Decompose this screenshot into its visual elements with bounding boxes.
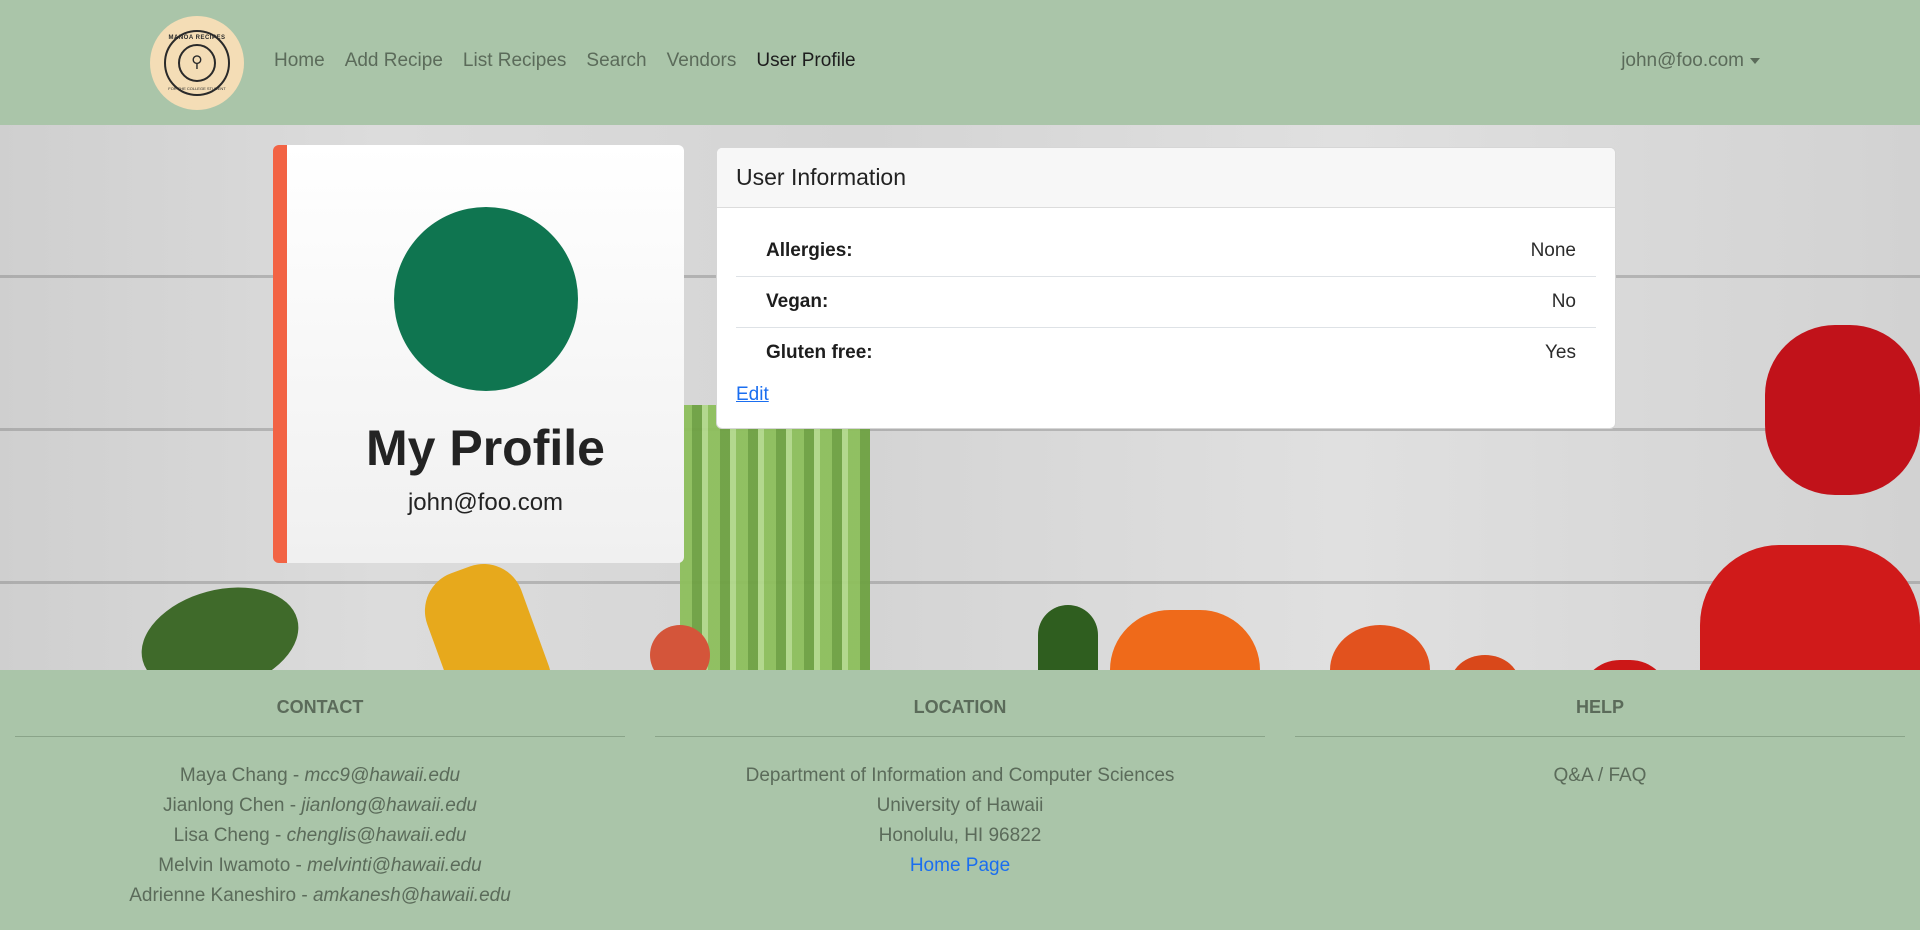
- footer-contact: CONTACT Maya Chang - mcc9@hawaii.edu Jia…: [15, 670, 625, 911]
- contact-line: Melvin Iwamoto - melvinti@hawaii.edu: [15, 851, 625, 881]
- divider: [655, 736, 1265, 737]
- tomato-small-image: [1450, 655, 1520, 670]
- allergies-label: Allergies:: [766, 240, 853, 261]
- cucumber-image: [129, 570, 311, 670]
- nav-home[interactable]: Home: [274, 50, 335, 72]
- user-information-table: Allergies: None Vegan: No Gluten free: Y…: [736, 226, 1596, 378]
- top-navbar: MANOA RECIPES ⚲ FOR THE COLLEGE STUDENT …: [0, 0, 1920, 125]
- footer: CONTACT Maya Chang - mcc9@hawaii.edu Jia…: [0, 670, 1920, 930]
- caret-down-icon: [1750, 58, 1760, 64]
- tomato-image: [1330, 625, 1430, 670]
- contact-name: Adrienne Kaneshiro -: [129, 885, 313, 906]
- info-row-allergies: Allergies: None: [736, 226, 1596, 277]
- user-information-header: User Information: [717, 148, 1615, 208]
- contact-line: Adrienne Kaneshiro - amkanesh@hawaii.edu: [15, 881, 625, 911]
- user-information-card: User Information Allergies: None Vegan: …: [716, 147, 1616, 429]
- user-dropdown[interactable]: john@foo.com: [1621, 50, 1760, 72]
- squash-image: [413, 552, 563, 670]
- nav-add-recipe[interactable]: Add Recipe: [335, 50, 453, 72]
- help-heading: HELP: [1575, 697, 1624, 717]
- orange-pepper-image: [1110, 610, 1260, 670]
- red-pepper-small-image: [1580, 660, 1670, 670]
- profile-title: My Profile: [366, 420, 605, 476]
- footer-help: HELP Q&A / FAQ: [1295, 670, 1905, 791]
- profile-email: john@foo.com: [407, 489, 564, 516]
- allergies-value: None: [1530, 240, 1576, 261]
- nav-search[interactable]: Search: [576, 50, 656, 72]
- contact-name: Jianlong Chen -: [162, 795, 302, 816]
- divider: [1295, 736, 1905, 737]
- nav-list-recipes[interactable]: List Recipes: [453, 50, 577, 72]
- home-page-link[interactable]: Home Page: [655, 851, 1265, 881]
- profile-card: My Profile john@foo.com: [273, 145, 684, 563]
- location-line: Department of Information and Computer S…: [745, 765, 1175, 786]
- contact-email: mcc9@hawaii.edu: [304, 765, 461, 786]
- nav-vendors[interactable]: Vendors: [657, 50, 747, 72]
- logo-title: MANOA RECIPES: [168, 35, 226, 41]
- gluten-free-label: Gluten free:: [766, 342, 873, 363]
- info-row-gluten-free: Gluten free: Yes: [736, 328, 1596, 378]
- contact-name: Maya Chang -: [179, 765, 305, 786]
- edit-link[interactable]: Edit: [736, 384, 769, 406]
- contact-line: Lisa Cheng - chenglis@hawaii.edu: [15, 821, 625, 851]
- jalapeno-image: [1038, 605, 1098, 670]
- logo-subtitle: FOR THE COLLEGE STUDENT: [168, 86, 226, 91]
- logo-ring: MANOA RECIPES ⚲ FOR THE COLLEGE STUDENT: [164, 30, 230, 96]
- utensils-icon: ⚲: [178, 44, 216, 82]
- red-bell-pepper-image: [1700, 545, 1920, 670]
- green-onions-image: [680, 405, 870, 670]
- contact-email: chenglis@hawaii.edu: [286, 825, 467, 846]
- user-dropdown-label: john@foo.com: [1621, 50, 1744, 71]
- divider: [15, 736, 625, 737]
- vegan-value: No: [1551, 291, 1576, 312]
- contact-email: melvinti@hawaii.edu: [307, 855, 482, 876]
- contact-line: Jianlong Chen - jianlong@hawaii.edu: [15, 791, 625, 821]
- location-heading: LOCATION: [913, 697, 1007, 717]
- site-logo[interactable]: MANOA RECIPES ⚲ FOR THE COLLEGE STUDENT: [150, 16, 244, 110]
- nav-links: Home Add Recipe List Recipes Search Vend…: [274, 50, 866, 72]
- contact-email: jianlong@hawaii.edu: [301, 795, 477, 816]
- info-row-vegan: Vegan: No: [736, 277, 1596, 328]
- contact-email: amkanesh@hawaii.edu: [312, 885, 511, 906]
- location-line: Honolulu, HI 96822: [878, 825, 1042, 846]
- vegan-label: Vegan:: [766, 291, 829, 312]
- nav-user-profile[interactable]: User Profile: [746, 50, 865, 72]
- contact-line: Maya Chang - mcc9@hawaii.edu: [15, 761, 625, 791]
- gluten-free-value: Yes: [1545, 342, 1576, 363]
- red-pepper-image: [1765, 325, 1920, 495]
- contact-name: Melvin Iwamoto -: [158, 855, 308, 876]
- contact-name: Lisa Cheng -: [173, 825, 287, 846]
- contact-heading: CONTACT: [276, 697, 364, 717]
- location-line: University of Hawaii: [876, 795, 1044, 816]
- faq-link[interactable]: Q&A / FAQ: [1295, 761, 1905, 791]
- avatar: [394, 207, 578, 391]
- footer-location: LOCATION Department of Information and C…: [655, 670, 1265, 881]
